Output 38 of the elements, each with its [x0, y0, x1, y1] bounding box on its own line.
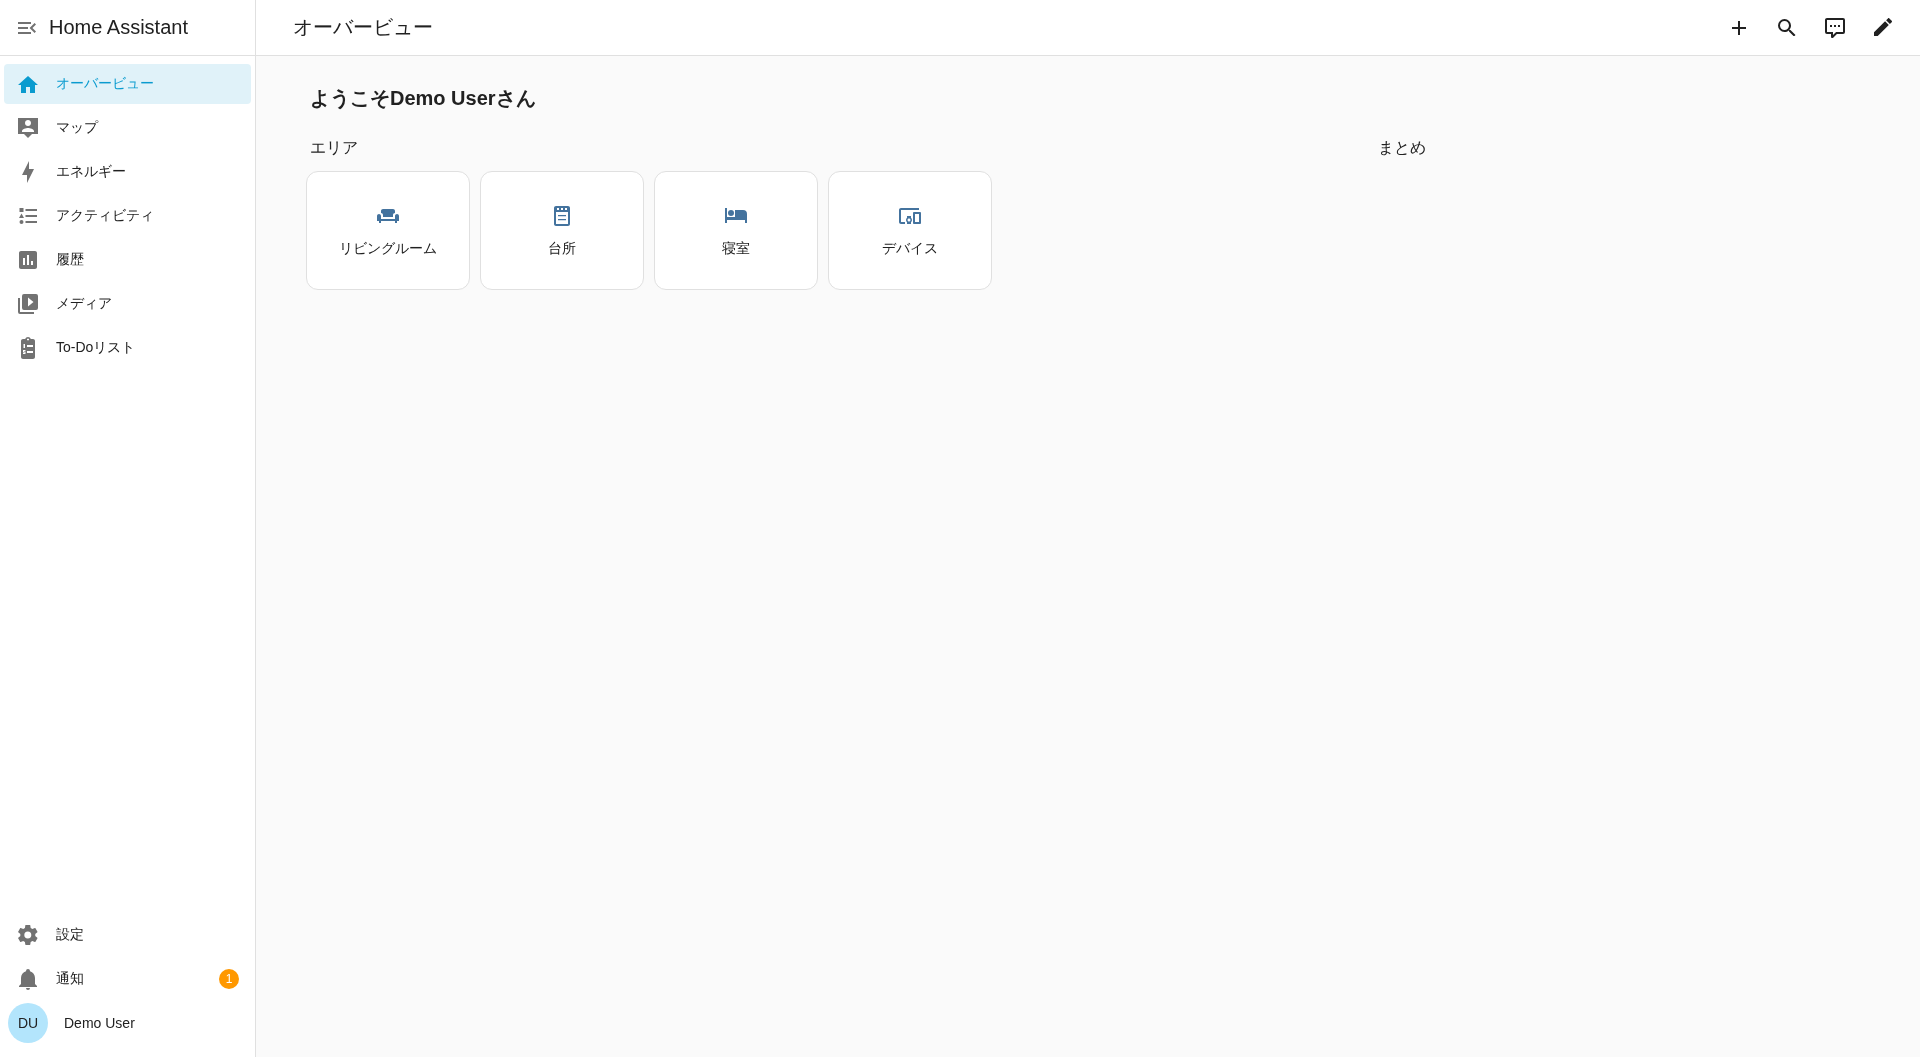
play-icon — [18, 294, 38, 314]
welcome-heading: ようこそDemo Userさん — [310, 86, 537, 111]
app-title: Home Assistant — [49, 16, 188, 39]
pencil-icon[interactable] — [1874, 18, 1892, 37]
sidebar-item[interactable]: メディア — [4, 284, 251, 324]
user-name[interactable]: Demo User — [64, 1015, 135, 1031]
home-icon — [18, 75, 38, 93]
area-card[interactable]: デバイス — [828, 171, 992, 290]
sidebar-item[interactable]: エネルギー — [4, 152, 251, 192]
sidebar-item[interactable]: 通知 1 — [4, 959, 251, 999]
area-card[interactable]: リビングルーム — [306, 171, 470, 290]
clipboard-list-icon — [21, 337, 35, 359]
settings-icon — [18, 925, 38, 945]
page-title: オーバービュー — [293, 15, 434, 40]
menu-icon[interactable] — [18, 21, 36, 34]
devices-icon — [899, 207, 921, 224]
lightning-icon — [22, 161, 34, 183]
section-title: まとめ — [1378, 138, 1427, 158]
sidebar-item[interactable]: 履歴 — [4, 240, 251, 280]
notification-count: 1 — [219, 969, 239, 989]
bed-icon — [725, 208, 747, 223]
area-card[interactable]: 寝室 — [654, 171, 818, 290]
plus-icon[interactable] — [1732, 20, 1746, 35]
list-icon — [18, 208, 38, 224]
user-avatar[interactable]: DU — [8, 1003, 48, 1043]
bar-chart-icon — [19, 251, 37, 269]
bell-icon — [19, 968, 37, 990]
sidebar-item[interactable]: To-Doリスト — [4, 328, 251, 368]
person-pin-icon — [18, 118, 38, 138]
section-title: エリア — [310, 138, 359, 158]
sidebar-item[interactable]: 設定 — [4, 915, 251, 955]
sofa-icon — [377, 208, 399, 223]
sidebar-item[interactable]: マップ — [4, 108, 251, 148]
sidebar-item[interactable]: アクティビティ — [4, 196, 251, 236]
search-icon[interactable] — [1778, 18, 1796, 37]
stove-icon — [554, 205, 570, 226]
chat-bubble-icon[interactable] — [1825, 17, 1845, 38]
area-card[interactable]: 台所 — [480, 171, 644, 290]
